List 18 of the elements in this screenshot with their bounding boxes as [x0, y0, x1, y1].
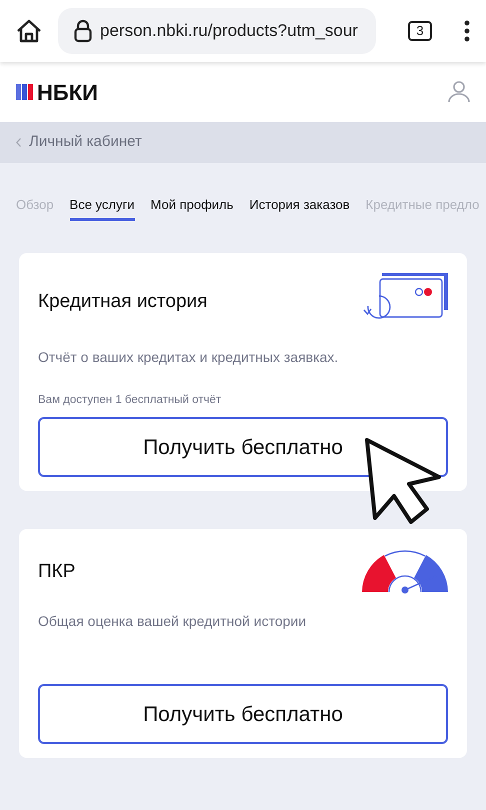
home-icon[interactable] — [16, 19, 42, 43]
get-free-button[interactable]: Получить бесплатно — [38, 684, 448, 744]
free-report-note: Вам доступен 1 бесплатный отчёт — [38, 393, 222, 408]
card-description: Отчёт о ваших кредитах и кредитных заявках. — [38, 348, 340, 367]
menu-icon[interactable] — [464, 20, 470, 42]
nav-tab[interactable]: История заказов — [249, 194, 350, 222]
get-free-button[interactable]: Получить бесплатно — [38, 417, 448, 478]
card-title: Кредитная история — [38, 290, 208, 314]
card-title: ПКР — [38, 560, 76, 584]
tab-count-button[interactable]: 3 — [408, 21, 432, 41]
card-description: Общая оценка вашей кредитной истории — [38, 612, 308, 632]
lock-icon — [74, 19, 92, 43]
nav-tab[interactable]: Все услуги — [70, 194, 135, 222]
logo-icon — [16, 84, 33, 100]
logo-text: НБКИ — [37, 78, 98, 106]
address-bar[interactable]: person.nbki.ru/products?utm_sour — [58, 8, 376, 54]
breadcrumb-link[interactable]: Личный кабинет — [29, 131, 142, 154]
nav-tab[interactable]: Мой профиль — [150, 194, 234, 222]
